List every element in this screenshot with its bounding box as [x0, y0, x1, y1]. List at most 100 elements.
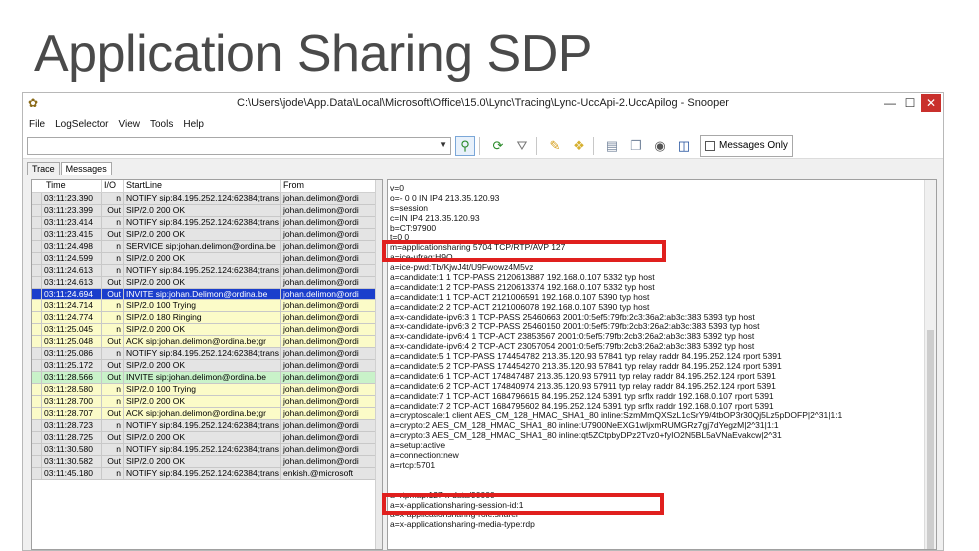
chevron-down-icon[interactable]: ▼ [439, 140, 447, 149]
table-row[interactable]: 03:11:23.415 Out SIP/2.0 200 OK johan.delim… [32, 228, 382, 241]
row-startline: NOTIFY sip:84.195.252.124:62384;trans [124, 348, 281, 360]
title-bar: ✿ C:\Users\jode\App.Data\Local\Microsoft… [23, 93, 943, 115]
menu-help[interactable]: Help [183, 119, 204, 130]
row-io: Out [102, 288, 124, 300]
row-time: 03:11:30.582 [42, 455, 102, 467]
row-from: johan.delimon@ordi [281, 193, 381, 204]
table-row[interactable]: 03:11:28.723 n NOTIFY sip:84.195.252.124:6… [32, 419, 382, 432]
menu-file[interactable]: File [29, 119, 45, 130]
row-marker [32, 419, 42, 431]
column-from[interactable]: From [281, 180, 381, 192]
row-startline: NOTIFY sip:84.195.252.124:62384;trans [124, 443, 281, 455]
column-time[interactable]: Time [32, 180, 102, 192]
tab-trace[interactable]: Trace [27, 162, 60, 175]
row-io: n [102, 264, 124, 276]
sdp-line: o=- 0 0 IN IP4 213.35.120.93 [390, 192, 500, 203]
row-startline: SIP/2.0 200 OK [124, 395, 281, 407]
highlight-box-rtpmap-line [382, 493, 664, 515]
row-io: Out [102, 276, 124, 288]
column-startline[interactable]: StartLine [124, 180, 281, 192]
row-startline: NOTIFY sip:84.195.252.124:62384;trans [124, 467, 281, 479]
row-io: n [102, 395, 124, 407]
row-time: 03:11:23.399 [42, 204, 102, 216]
row-io: Out [102, 336, 124, 348]
message-list-scrollbar[interactable] [375, 180, 382, 549]
detail-scrollbar-thumb[interactable] [927, 330, 934, 549]
copy-icon[interactable]: ❐ [626, 136, 646, 156]
filter-icon[interactable]: ⛛ [512, 136, 532, 156]
row-startline: INVITE sip:johan.Delimon@ordina.be [124, 288, 281, 300]
sdp-line: a=setup:active [390, 440, 446, 451]
row-from: johan.delimon@ordi [281, 431, 381, 443]
row-startline: SIP/2.0 180 Ringing [124, 312, 281, 324]
close-button[interactable]: ✕ [921, 94, 941, 112]
row-from: johan.delimon@ordi [281, 336, 381, 348]
row-time: 03:11:25.172 [42, 360, 102, 372]
row-from: johan.delimon@ordi [281, 348, 381, 360]
search-icon[interactable]: ⚲ [455, 135, 475, 156]
column-io[interactable]: I/O [102, 180, 124, 192]
table-row[interactable]: 03:11:30.582 Out SIP/2.0 200 OK johan.delim… [32, 455, 382, 468]
bookmark-icon[interactable]: ❖ [569, 136, 589, 156]
row-marker [32, 240, 42, 252]
table-row[interactable]: 03:11:28.580 n SIP/2.0 100 Trying johan.del… [32, 384, 382, 396]
row-from: johan.delimon@ordi [281, 372, 381, 383]
row-io: n [102, 216, 124, 228]
row-io: n [102, 443, 124, 455]
table-row[interactable]: 03:11:24.694 Out INVITE sip:johan.Delimon@… [32, 288, 382, 301]
row-marker [32, 193, 42, 204]
table-row[interactable]: 03:11:25.048 Out ACK sip:johan.delimon@ord… [32, 336, 382, 349]
row-io: Out [102, 431, 124, 443]
row-io: Out [102, 407, 124, 419]
row-from: johan.delimon@ordi [281, 252, 381, 264]
sdp-body: v=0 o=- 0 0 IN IP4 213.35.120.93 s=session… [388, 180, 936, 530]
table-row[interactable]: 03:11:23.399 Out SIP/2.0 200 OK johan.delim… [32, 204, 382, 217]
menu-logselector[interactable]: LogSelector [55, 119, 108, 130]
table-row[interactable]: 03:11:24.599 n SIP/2.0 200 OK johan.delimon… [32, 252, 382, 265]
row-startline: SIP/2.0 200 OK [124, 228, 281, 240]
row-time: 03:11:23.415 [42, 228, 102, 240]
messages-only-checkbox[interactable] [705, 140, 715, 151]
row-io: n [102, 384, 124, 395]
table-row[interactable]: 03:11:28.707 Out ACK sip:johan.delimon@ord… [32, 407, 382, 420]
row-io: Out [102, 228, 124, 240]
table-row[interactable]: 03:11:30.580 n NOTIFY sip:84.195.252.124:6… [32, 443, 382, 456]
table-row[interactable]: 03:11:24.714 n SIP/2.0 100 Trying johan.del… [32, 300, 382, 313]
table-row[interactable]: 03:11:24.498 n SERVICE sip:johan.delimon@o… [32, 240, 382, 253]
marker-icon[interactable]: ✎ [545, 136, 565, 156]
minimize-button[interactable]: — [881, 94, 899, 112]
table-row[interactable]: 03:11:25.086 n NOTIFY sip:84.195.252.124:6… [32, 348, 382, 361]
detail-scrollbar[interactable] [924, 180, 936, 549]
row-marker [32, 467, 42, 479]
table-row[interactable]: 03:11:28.725 Out SIP/2.0 200 OK johan.delim… [32, 431, 382, 444]
table-row[interactable]: 03:11:24.774 n SIP/2.0 180 Ringing johan.de… [32, 312, 382, 325]
menu-view[interactable]: View [119, 119, 141, 130]
menu-tools[interactable]: Tools [150, 119, 173, 130]
log-file-combo[interactable]: ▼ [27, 136, 451, 155]
row-from: enkish.@microsoft [281, 467, 381, 479]
table-row[interactable]: 03:11:24.613 Out SIP/2.0 200 OK johan.delim… [32, 276, 382, 289]
maximize-button[interactable]: ☐ [901, 94, 919, 112]
table-row[interactable]: 03:11:23.390 n NOTIFY sip:84.195.252.124:6… [32, 193, 382, 205]
table-row[interactable]: 03:11:28.566 Out INVITE sip:johan.delimon@… [32, 372, 382, 384]
table-row[interactable]: 03:11:28.700 n SIP/2.0 200 OK johan.delimon… [32, 395, 382, 408]
refresh-icon[interactable]: ⟳ [488, 136, 508, 156]
table-row[interactable]: 03:11:24.613 n NOTIFY sip:84.195.252.124:6… [32, 264, 382, 277]
menu-bar: File LogSelector View Tools Help [23, 115, 943, 133]
row-marker [32, 360, 42, 372]
page-icon[interactable]: ▤ [602, 136, 622, 156]
table-row[interactable]: 03:11:25.172 Out SIP/2.0 200 OK johan.delim… [32, 360, 382, 373]
row-from: johan.delimon@ordi [281, 455, 381, 467]
row-marker [32, 288, 42, 300]
row-startline: ACK sip:johan.delimon@ordina.be;gr [124, 336, 281, 348]
tab-messages[interactable]: Messages [60, 162, 112, 175]
table-row[interactable]: 03:11:45.180 n NOTIFY sip:84.195.252.124:6… [32, 467, 382, 480]
row-from: johan.delimon@ordi [281, 204, 381, 216]
window-title: C:\Users\jode\App.Data\Local\Microsoft\O… [237, 97, 729, 109]
table-row[interactable]: 03:11:23.414 n NOTIFY sip:84.195.252.124:6… [32, 216, 382, 229]
messages-only-toggle[interactable]: Messages Only [700, 134, 793, 157]
sync-icon[interactable]: ◉ [650, 136, 670, 156]
table-row[interactable]: 03:11:25.045 n SIP/2.0 200 OK johan.delimon… [32, 324, 382, 337]
layout-icon[interactable]: ◫ [674, 136, 694, 156]
row-time: 03:11:24.613 [42, 276, 102, 288]
